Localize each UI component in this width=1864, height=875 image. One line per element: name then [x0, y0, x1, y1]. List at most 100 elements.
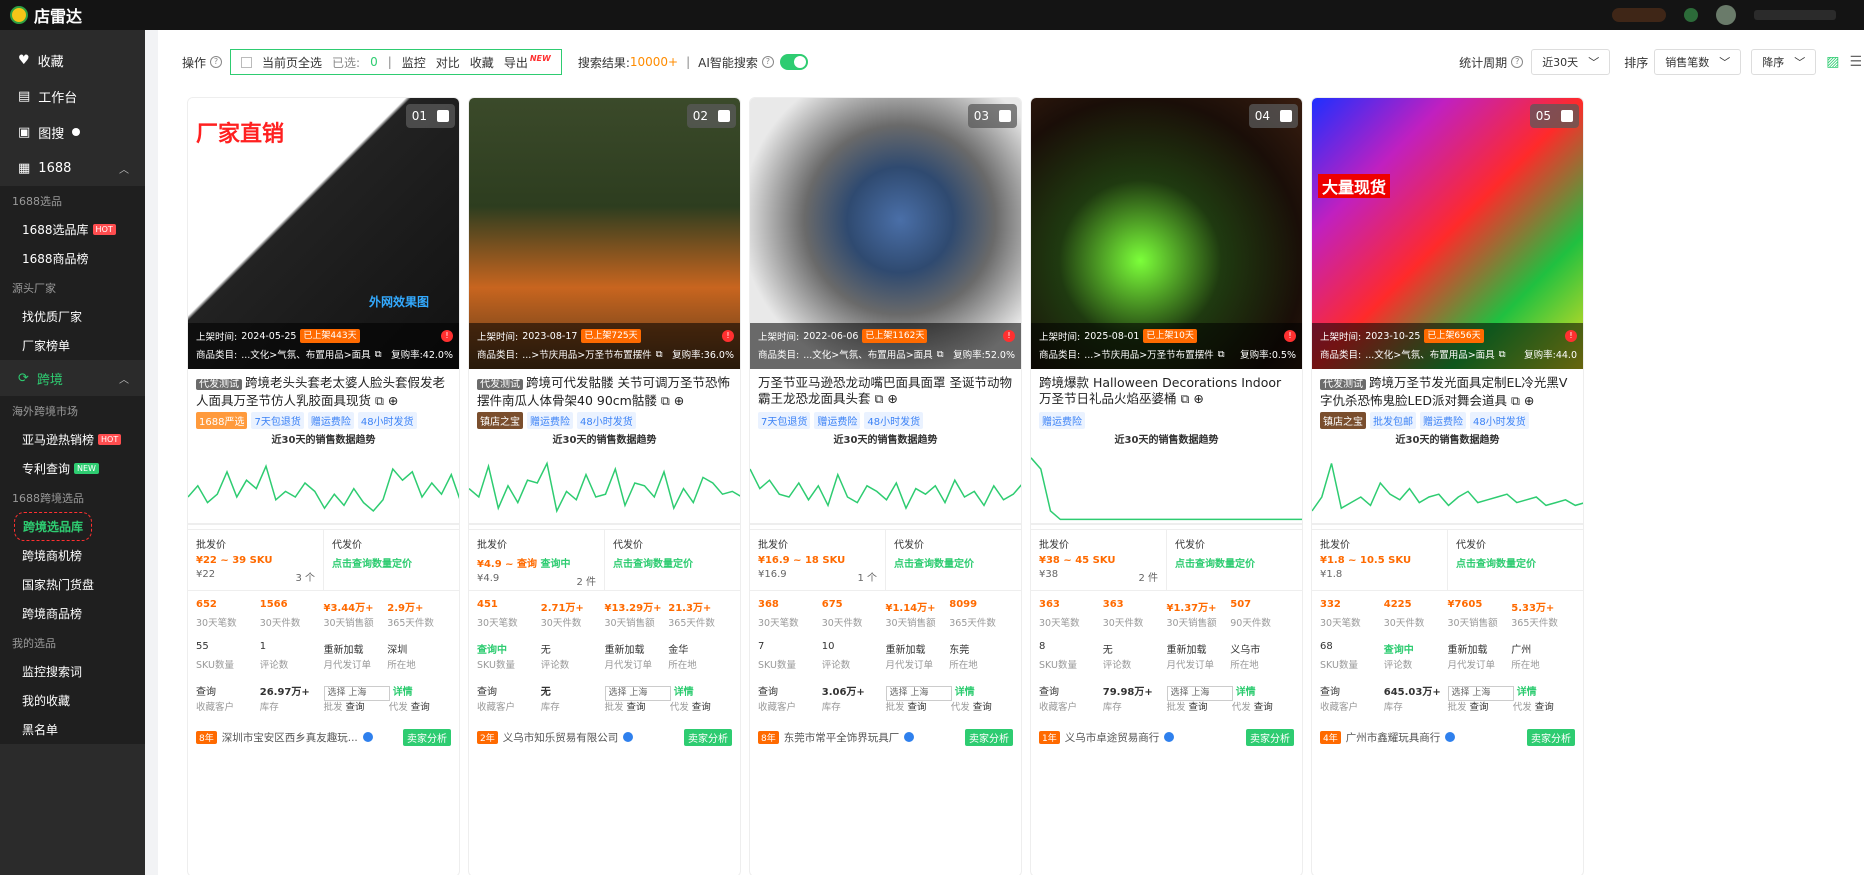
company-name[interactable]: 东莞市常平全饰界玩具厂 [784, 730, 900, 745]
wholesale-query-link[interactable]: 查询 [1189, 702, 1208, 713]
fav-query-link[interactable]: 查询 [1039, 683, 1103, 698]
copy-icon[interactable]: ⧉ [1511, 393, 1520, 408]
product-title[interactable]: 万圣节亚马逊恐龙动嘴巴面具面罩 圣诞节动物霸王龙恐龙面具头套 ⧉ ⊕ [750, 369, 1021, 409]
seller-analysis-button[interactable]: 卖家分析 [1527, 728, 1575, 746]
compare-button[interactable]: 对比 [436, 54, 460, 71]
copy-icon[interactable]: ⧉ [1181, 391, 1190, 406]
sidebar-item-my-fav[interactable]: 我的收藏 [0, 686, 145, 715]
product-image[interactable]: 03 上架时间: 2022-06-06 已上架1162天! 商品类目: ...文化>气… [750, 98, 1021, 369]
sidebar-item-monitor[interactable]: 监控搜索词 [0, 657, 145, 686]
link-icon[interactable]: ⊕ [674, 393, 684, 408]
sidebar-item-cross-library[interactable]: 跨境选品库 [0, 512, 145, 541]
help-icon[interactable]: ? [761, 56, 774, 68]
product-image[interactable]: 厂家直销 外网效果图 01 上架时间: 2024-05-25 已上架443天! 商品类… [188, 98, 459, 369]
sidebar-item-patent[interactable]: 专利查询 NEW [0, 454, 145, 483]
ai-search-toggle[interactable] [779, 54, 808, 70]
fav-query-link[interactable]: 查询 [477, 683, 541, 698]
product-title[interactable]: 跨境爆款 Halloween Decorations Indoor 万圣节日礼品… [1031, 369, 1302, 409]
sidebar-item-image-search[interactable]: ▣ 图搜 [0, 114, 145, 150]
select-page-label[interactable]: 当前页全选 [262, 54, 322, 71]
product-image[interactable]: 04 上架时间: 2025-08-01 已上架10天! 商品类目: ...>节庆用品>… [1031, 98, 1302, 369]
dropship-query-short[interactable]: 查询 [1535, 702, 1554, 713]
detail-link[interactable]: 详情 [674, 687, 694, 698]
select-checkbox[interactable] [718, 110, 730, 122]
copy-icon[interactable]: ⧉ [375, 393, 384, 408]
company-name[interactable]: 义乌市卓途贸易商行 [1065, 730, 1160, 745]
fav-query-link[interactable]: 查询 [196, 683, 260, 698]
reload-button[interactable]: 重新加载 [605, 641, 669, 656]
dropship-query-link[interactable]: 点击查询数量定价 [332, 555, 451, 570]
notification-icon[interactable] [1684, 8, 1698, 22]
detail-link[interactable]: 详情 [955, 687, 975, 698]
copy-icon[interactable]: ⧉ [375, 349, 382, 360]
dropship-query-link[interactable]: 点击查询数量定价 [1175, 555, 1294, 570]
product-card[interactable]: 04 上架时间: 2025-08-01 已上架10天! 商品类目: ...>节庆用品>… [1030, 97, 1303, 875]
copy-icon[interactable]: ⧉ [661, 393, 670, 408]
reload-button[interactable]: 重新加载 [886, 641, 950, 656]
list-view-icon[interactable]: ☰ [1849, 54, 1862, 70]
grid-view-icon[interactable]: ▨ [1826, 54, 1839, 70]
seller-analysis-button[interactable]: 卖家分析 [684, 728, 732, 746]
link-icon[interactable]: ⊕ [1193, 391, 1203, 406]
copy-icon[interactable]: ⧉ [937, 349, 944, 360]
seller-analysis-button[interactable]: 卖家分析 [1246, 728, 1294, 746]
copy-icon[interactable]: ⧉ [1218, 349, 1225, 360]
sidebar-item-1688-library[interactable]: 1688选品库 HOT [0, 215, 145, 244]
order-select[interactable]: 降序 ﹀ [1751, 49, 1817, 75]
sidebar-item-cross-opportunity[interactable]: 跨境商机榜 [0, 541, 145, 570]
company-name[interactable]: 义乌市知乐贸易有限公司 [503, 730, 619, 745]
fav-query-link[interactable]: 查询 [1320, 683, 1384, 698]
product-card[interactable]: 厂家直销 外网效果图 01 上架时间: 2024-05-25 已上架443天! 商品类… [187, 97, 460, 875]
detail-link[interactable]: 详情 [1517, 687, 1537, 698]
sidebar-item-factory-rank[interactable]: 厂家榜单 [0, 331, 145, 360]
wholesale-query-link[interactable]: 查询 [627, 702, 646, 713]
company-name[interactable]: 广州市鑫耀玩具商行 [1346, 730, 1441, 745]
detail-link[interactable]: 详情 [393, 687, 413, 698]
copy-icon[interactable]: ⧉ [875, 391, 884, 406]
link-icon[interactable]: ⊕ [388, 393, 398, 408]
detail-link[interactable]: 详情 [1236, 687, 1256, 698]
help-icon[interactable]: ? [1511, 56, 1524, 68]
sidebar-item-blacklist[interactable]: 黑名单 [0, 715, 145, 744]
product-title[interactable]: 代发测试 跨境万圣节发光面具定制EL冷光黑V字仇杀恐怖鬼脸LED派对舞会道具 ⧉ … [1312, 369, 1583, 409]
sidebar-item-1688[interactable]: ▦ 1688 ︿ [0, 150, 145, 186]
select-checkbox[interactable] [1561, 110, 1573, 122]
seller-analysis-button[interactable]: 卖家分析 [965, 728, 1013, 746]
dropship-query-short[interactable]: 查询 [692, 702, 711, 713]
app-logo[interactable]: 店雷达 [10, 3, 82, 27]
select-checkbox[interactable] [1280, 110, 1292, 122]
dropship-query-link[interactable]: 点击查询数量定价 [613, 555, 732, 570]
dropship-query-short[interactable]: 查询 [973, 702, 992, 713]
reload-button[interactable]: 重新加载 [1448, 641, 1512, 656]
sidebar-item-find-factory[interactable]: 找优质厂家 [0, 302, 145, 331]
sort-select[interactable]: 销售笔数 ﹀ [1654, 49, 1742, 75]
reload-button[interactable]: 重新加载 [1167, 641, 1231, 656]
favorite-button[interactable]: 收藏 [470, 54, 494, 71]
monitor-button[interactable]: 监控 [402, 54, 426, 71]
sidebar-item-cross-goods[interactable]: 跨境商品榜 [0, 599, 145, 628]
fav-query-link[interactable]: 查询 [758, 683, 822, 698]
dropship-query-short[interactable]: 查询 [1254, 702, 1273, 713]
sidebar-item-national-hot[interactable]: 国家热门货盘 [0, 570, 145, 599]
product-image[interactable]: 02 上架时间: 2023-08-17 已上架725天! 商品类目: ...>节庆用品… [469, 98, 740, 369]
sidebar-item-cross-border[interactable]: ⟳ 跨境 ︿ [0, 360, 145, 396]
wholesale-query-link[interactable]: 查询 [1470, 702, 1489, 713]
sidebar-item-1688-goods[interactable]: 1688商品榜 [0, 244, 145, 273]
dropship-query-link[interactable]: 点击查询数量定价 [1456, 555, 1575, 570]
wholesale-query-link[interactable]: 查询 [908, 702, 927, 713]
product-title[interactable]: 代发测试 跨境老头头套老太婆人脸头套假发老人面具万圣节仿人乳胶面具现货 ⧉ ⊕ [188, 369, 459, 409]
link-icon[interactable]: ⊕ [1524, 393, 1534, 408]
user-account[interactable] [1754, 10, 1836, 20]
product-image[interactable]: 大量现货 05 上架时间: 2023-10-25 已上架656天! 商品类目:...… [1312, 98, 1583, 369]
dropship-query-link[interactable]: 点击查询数量定价 [894, 555, 1013, 570]
avatar[interactable] [1716, 5, 1736, 25]
wholesale-query-link[interactable]: 查询 [346, 702, 365, 713]
select-page-checkbox[interactable] [241, 56, 253, 68]
reload-button[interactable]: 重新加载 [324, 641, 388, 656]
select-checkbox[interactable] [437, 110, 449, 122]
link-icon[interactable]: ⊕ [887, 391, 897, 406]
select-checkbox[interactable] [999, 110, 1011, 122]
help-icon[interactable]: ? [210, 56, 223, 68]
sidebar-item-amazon[interactable]: 亚马逊热销榜 HOT [0, 425, 145, 454]
dropship-query-short[interactable]: 查询 [411, 702, 430, 713]
